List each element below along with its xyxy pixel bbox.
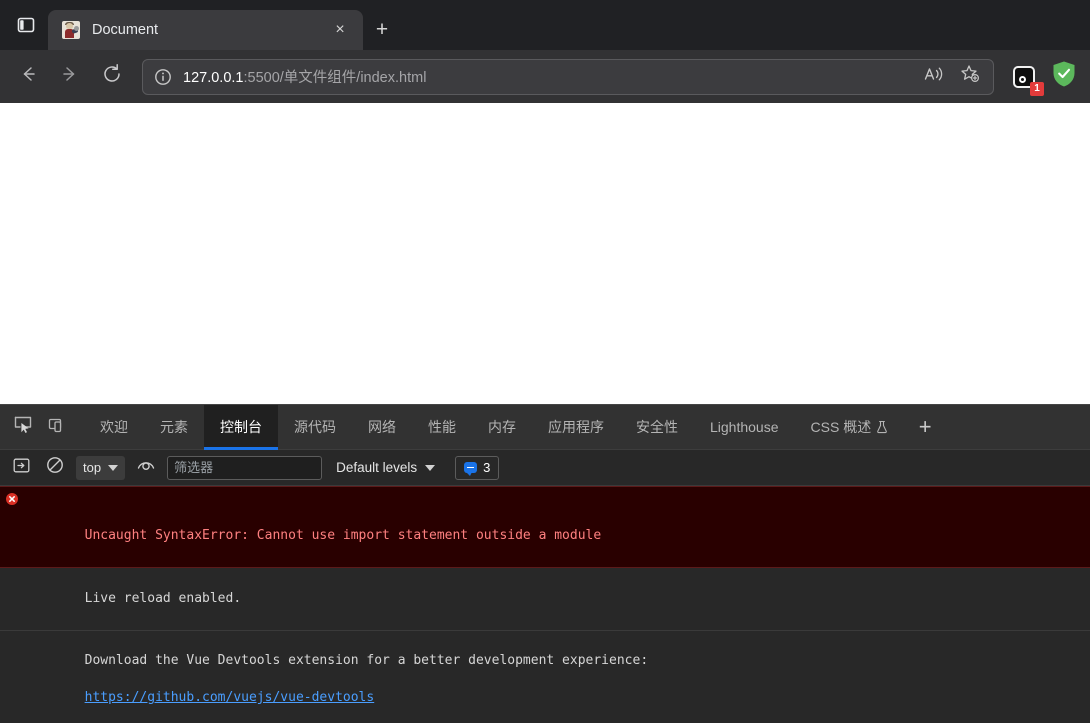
tab-label: 源代码 <box>294 419 336 435</box>
star-plus-icon <box>959 63 981 90</box>
tab-label: 应用程序 <box>548 419 604 435</box>
tab-label: Lighthouse <box>710 419 779 435</box>
arrow-right-icon <box>59 63 81 90</box>
address-bar-url[interactable]: 127.0.0.1:5500/单文件组件/index.html <box>183 66 907 87</box>
console-filter-input[interactable] <box>174 460 316 475</box>
new-tab-button[interactable]: + <box>363 10 401 50</box>
forward-button[interactable] <box>50 59 90 95</box>
devtools-tab-security[interactable]: 安全性 <box>620 405 694 450</box>
arrow-left-icon <box>17 63 39 90</box>
reload-button[interactable] <box>92 59 132 95</box>
sidebar-panel-icon <box>16 15 36 35</box>
console-toolbar: top Default levels 3 <box>0 450 1090 486</box>
inspect-cursor-icon <box>13 415 33 440</box>
device-toolbar-button[interactable] <box>40 409 74 445</box>
devtools-tab-console[interactable]: 控制台 <box>204 404 278 450</box>
devtools-tabs: 欢迎 元素 控制台 源代码 网络 性能 内存 应用程序 安全性 Lighthou… <box>84 404 905 450</box>
chevron-down-icon <box>108 464 119 471</box>
eye-icon <box>136 457 156 478</box>
devtools-tab-elements[interactable]: 元素 <box>144 405 204 450</box>
message-count-value: 3 <box>483 460 491 475</box>
address-bar[interactable]: 127.0.0.1:5500/单文件组件/index.html <box>142 58 994 95</box>
reload-icon <box>101 63 123 90</box>
add-favorite-button[interactable] <box>953 62 987 92</box>
error-icon <box>6 493 18 505</box>
extension-button[interactable]: 1 <box>1008 60 1044 96</box>
page-viewport <box>0 103 1090 404</box>
browser-toolbar: 127.0.0.1:5500/单文件组件/index.html 1 <box>0 50 1090 103</box>
console-message-text: Download the Vue Devtools extension for … <box>84 653 649 668</box>
console-message-log[interactable]: Download the Vue Devtools extension for … <box>0 631 1090 723</box>
devtools-tab-css-overview[interactable]: CSS 概述 <box>795 405 905 450</box>
tab-label: 网络 <box>368 419 396 435</box>
read-aloud-button[interactable] <box>917 62 951 92</box>
clear-console-icon <box>46 456 64 479</box>
console-sidebar-toggle-button[interactable] <box>8 455 34 481</box>
devtools-tab-network[interactable]: 网络 <box>352 405 412 450</box>
live-expression-button[interactable] <box>133 455 159 481</box>
speech-bubble-icon <box>464 462 478 476</box>
devtools-tab-bar: 欢迎 元素 控制台 源代码 网络 性能 内存 应用程序 安全性 Lighthou… <box>0 404 1090 450</box>
url-path: :5500/单文件组件/index.html <box>243 70 427 86</box>
tab-strip: Document × + <box>0 0 1090 50</box>
devtools-tab-memory[interactable]: 内存 <box>472 405 532 450</box>
execution-context-selector[interactable]: top <box>76 455 126 480</box>
console-message-link[interactable]: https://github.com/vuejs/vue-devtools <box>85 690 375 705</box>
devtools-tab-sources[interactable]: 源代码 <box>278 405 352 450</box>
log-levels-selector[interactable]: Default levels <box>336 460 436 475</box>
console-message-text: Uncaught SyntaxError: Cannot use import … <box>84 528 602 543</box>
url-host: 127.0.0.1 <box>183 70 244 86</box>
show-sidebar-icon <box>13 457 30 479</box>
sidebar-toggle-button[interactable] <box>4 0 48 50</box>
devtools-tab-application[interactable]: 应用程序 <box>532 405 620 450</box>
device-emulation-icon <box>47 415 67 440</box>
console-message-list[interactable]: Uncaught SyntaxError: Cannot use import … <box>0 486 1090 723</box>
browser-window: Document × + 127.0.0.1:5500/单文件组件/index.… <box>0 0 1090 723</box>
tab-label: 元素 <box>160 419 188 435</box>
clear-console-button[interactable] <box>42 455 68 481</box>
devtools-panel: 欢迎 元素 控制台 源代码 网络 性能 内存 应用程序 安全性 Lighthou… <box>0 404 1090 723</box>
back-button[interactable] <box>8 59 48 95</box>
devtools-tab-performance[interactable]: 性能 <box>412 405 472 450</box>
inspect-element-button[interactable] <box>6 409 40 445</box>
devtools-tab-lighthouse[interactable]: Lighthouse <box>694 405 795 450</box>
page-favicon <box>62 21 80 39</box>
add-panel-button[interactable]: + <box>904 405 946 450</box>
tab-label: CSS 概述 <box>810 419 872 435</box>
browser-tab[interactable]: Document × <box>48 10 363 50</box>
message-count-badge[interactable]: 3 <box>455 455 500 480</box>
tab-title: Document <box>92 22 159 38</box>
shield-check-icon <box>1051 60 1077 93</box>
console-message-text: Live reload enabled. <box>84 590 242 606</box>
tab-label: 内存 <box>488 419 516 435</box>
tab-close-icon[interactable]: × <box>327 17 353 43</box>
console-filter-box[interactable] <box>167 455 323 480</box>
extension-badge-count: 1 <box>1030 81 1044 96</box>
address-bar-actions <box>917 62 987 92</box>
log-levels-value: Default levels <box>336 460 418 475</box>
console-message-log[interactable]: Live reload enabled. <box>0 568 1090 631</box>
devtools-tab-welcome[interactable]: 欢迎 <box>84 405 144 450</box>
read-aloud-icon <box>923 65 945 88</box>
execution-context-value: top <box>83 460 102 475</box>
site-info-icon[interactable] <box>153 68 173 86</box>
tab-label: 安全性 <box>636 419 678 435</box>
tab-label: 控制台 <box>220 419 262 435</box>
chevron-down-icon <box>425 464 436 471</box>
adblock-shield-button[interactable] <box>1046 60 1082 94</box>
tab-label: 性能 <box>428 419 456 435</box>
tab-label: 欢迎 <box>100 419 128 435</box>
experiment-flask-icon <box>876 420 888 434</box>
console-message-error[interactable]: Uncaught SyntaxError: Cannot use import … <box>0 486 1090 568</box>
